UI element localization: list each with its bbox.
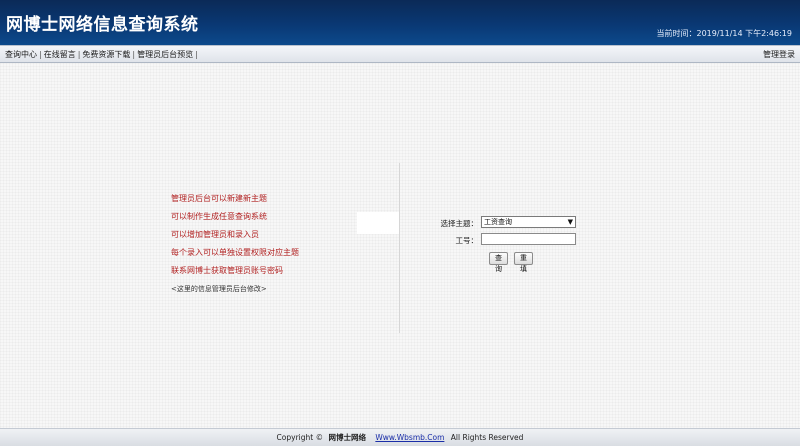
topic-select[interactable]: 工资查询 ▼ (481, 216, 576, 228)
note-item: 可以增加管理员和录入员 (171, 230, 259, 239)
time-value: 2019/11/14 下午2:46:19 (696, 29, 793, 38)
nav-link-query-center[interactable]: 查询中心 (5, 50, 37, 59)
note-item: 联系网博士获取管理员账号密码 (171, 266, 283, 275)
nav-separator: | (77, 50, 81, 59)
footer: Copyright © 网博士网络 Www.Wbsmb.Com All Righ… (0, 428, 800, 446)
info-notes: 管理员后台可以新建新主题 可以制作生成任意查询系统 可以增加管理员和录入员 每个… (171, 194, 299, 294)
topic-label: 选择主题： (440, 219, 479, 228)
nav-separator: | (39, 50, 42, 59)
footer-brand: 网博士网络 (328, 433, 366, 442)
reset-button[interactable]: 重填 (514, 252, 533, 273)
header-banner: 网博士网络信息查询系统 当前时间：2019/11/14 下午2:46:19 (0, 0, 800, 45)
app-title: 网博士网络信息查询系统 (6, 15, 199, 35)
note-small: <这里的信息管理员后台修改> (171, 285, 267, 293)
id-label: 工号： (455, 236, 479, 245)
query-button[interactable]: 查询 (489, 252, 508, 273)
topic-selected-value: 工资查询 (484, 218, 512, 226)
nav-bar: 查询中心 | 在线留言 | 免费资源下载 | 管理员后台预览 | 管理登录 (0, 45, 800, 63)
id-input[interactable] (481, 233, 576, 245)
nav-links: 查询中心 | 在线留言 | 免费资源下载 | 管理员后台预览 | (5, 49, 200, 60)
admin-login-link[interactable]: 管理登录 (763, 49, 795, 60)
note-item: 管理员后台可以新建新主题 (171, 194, 267, 203)
vertical-divider (399, 163, 400, 333)
dropdown-arrow-icon: ▼ (567, 218, 573, 226)
footer-site-link[interactable]: Www.Wbsmb.Com (375, 433, 444, 442)
nav-separator: | (132, 50, 136, 59)
footer-rights: All Rights Reserved (450, 433, 524, 442)
time-label: 当前时间： (656, 29, 697, 38)
nav-link-admin-preview[interactable]: 管理员后台预览 (137, 50, 193, 59)
current-time: 当前时间：2019/11/14 下午2:46:19 (657, 28, 793, 39)
nav-separator: | (195, 50, 198, 59)
footer-copyright: Copyright © (276, 433, 324, 442)
nav-link-online-message[interactable]: 在线留言 (44, 50, 76, 59)
note-item: 可以制作生成任意查询系统 (171, 212, 267, 221)
nav-link-free-download[interactable]: 免费资源下载 (82, 50, 130, 59)
blank-panel (357, 212, 399, 234)
note-item: 每个录入可以单独设置权限对应主题 (171, 248, 299, 257)
